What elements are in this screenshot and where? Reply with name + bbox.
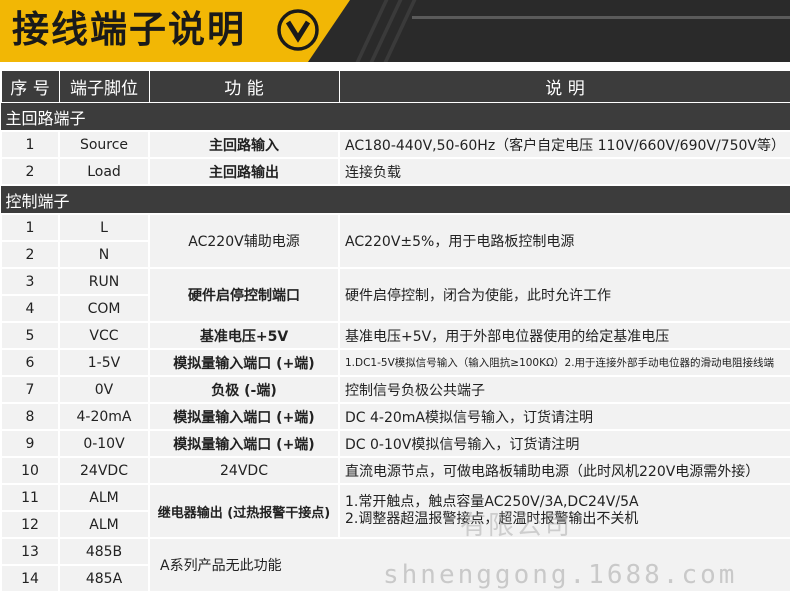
cell-pin: Source: [58, 130, 150, 159]
header-pin: 端子脚位: [58, 70, 150, 103]
cell-pin: ALM: [58, 483, 150, 512]
header-banner: 接线端子说明: [0, 0, 790, 62]
cell-description: 硬件启停控制，闭合为使能，此时允许工作: [338, 267, 790, 323]
cell-pin: ALM: [58, 510, 150, 539]
table-row: 11 ALM 继电器输出 (过热报警干接点) 1.常开触点，触点容量AC250V…: [0, 483, 790, 539]
cell-description: 1.DC1-5V模拟信号输入（输入阻抗≥100KΩ）2.用于连接外部手动电位器的…: [338, 348, 790, 377]
table-header-row: 序 号 端子脚位 功 能 说 明: [0, 70, 790, 103]
cell-no: 1: [0, 213, 60, 242]
terminal-table: 序 号 端子脚位 功 能 说 明 主回路端子 1 Source 主回路输入 AC…: [0, 70, 790, 593]
cell-no: 6: [0, 348, 60, 377]
cell-pin: 24VDC: [58, 456, 150, 485]
cell-no: 5: [0, 321, 60, 350]
cell-pin: VCC: [58, 321, 150, 350]
cell-no: 4: [0, 294, 60, 323]
cell-function: 模拟量输入端口 (+端): [148, 348, 340, 377]
cell-no: 12: [0, 510, 60, 539]
cell-no: 8: [0, 402, 60, 431]
cell-no: 2: [0, 157, 60, 186]
cell-description: 控制信号负极公共端子: [338, 375, 790, 404]
cell-no: 9: [0, 429, 60, 458]
cell-pin: 1-5V: [58, 348, 150, 377]
banner-stripe: [383, 0, 417, 62]
cell-no: 11: [0, 483, 60, 512]
header-no: 序 号: [0, 70, 60, 103]
cell-pin: 4-20mA: [58, 402, 150, 431]
cell-description: 连接负载: [338, 157, 790, 186]
cell-pin: RUN: [58, 267, 150, 296]
cell-description: AC180-440V,50-60Hz（客户自定电压 110V/660V/690V…: [338, 130, 790, 159]
cell-pin: 485B: [58, 537, 150, 566]
banner-line: [412, 16, 790, 19]
cell-pin: L: [58, 213, 150, 242]
table-row: 10 24VDC 24VDC 直流电源节点，可做电路板辅助电源（此时风机220V…: [0, 456, 790, 485]
cell-function: 24VDC: [148, 456, 340, 485]
header-function: 功 能: [148, 70, 340, 103]
cell-function: 主回路输出: [148, 157, 340, 186]
cell-description: 直流电源节点，可做电路板辅助电源（此时风机220V电源需外接）: [338, 456, 790, 485]
table-row: 6 1-5V 模拟量输入端口 (+端) 1.DC1-5V模拟信号输入（输入阻抗≥…: [0, 348, 790, 377]
cell-pin: 485A: [58, 564, 150, 593]
section-title: 主回路端子: [0, 102, 790, 132]
cell-no: 3: [0, 267, 60, 296]
cell-description: DC 0-10V模拟信号输入，订货请注明: [338, 429, 790, 458]
header-description: 说 明: [338, 70, 790, 103]
cell-description: AC220V±5%，用于电路板控制电源: [338, 213, 790, 269]
table-row: 8 4-20mA 模拟量输入端口 (+端) DC 4-20mA模拟信号输入，订货…: [0, 402, 790, 431]
cell-function: 模拟量输入端口 (+端): [148, 402, 340, 431]
cell-function: 主回路输入: [148, 130, 340, 159]
watermark-site: shnenggong.1688.com: [383, 560, 738, 590]
section-row: 主回路端子: [0, 102, 790, 132]
cell-no: 13: [0, 537, 60, 566]
cell-pin: 0-10V: [58, 429, 150, 458]
cell-no: 14: [0, 564, 60, 593]
table-row: 1 Source 主回路输入 AC180-440V,50-60Hz（客户自定电压…: [0, 130, 790, 159]
cell-function: 硬件启停控制端口: [148, 267, 340, 323]
table-row: 1 L AC220V辅助电源 AC220V±5%，用于电路板控制电源: [0, 213, 790, 269]
cell-function: 继电器输出 (过热报警干接点): [148, 483, 340, 539]
cell-function: 模拟量输入端口 (+端): [148, 429, 340, 458]
cell-function: AC220V辅助电源: [148, 213, 340, 269]
table-row: 9 0-10V 模拟量输入端口 (+端) DC 0-10V模拟信号输入，订货请注…: [0, 429, 790, 458]
page-title: 接线端子说明: [12, 8, 246, 51]
cell-no: 2: [0, 240, 60, 269]
cell-pin: Load: [58, 157, 150, 186]
cell-no: 10: [0, 456, 60, 485]
cell-no: 1: [0, 130, 60, 159]
cell-function: 负极 (-端): [148, 375, 340, 404]
cell-no: 7: [0, 375, 60, 404]
cell-pin: COM: [58, 294, 150, 323]
table-row: 5 VCC 基准电压+5V 基准电压+5V，用于外部电位器使用的给定基准电压: [0, 321, 790, 350]
cell-pin: 0V: [58, 375, 150, 404]
cell-description: DC 4-20mA模拟信号输入，订货请注明: [338, 402, 790, 431]
cell-pin: N: [58, 240, 150, 269]
cell-description: 基准电压+5V，用于外部电位器使用的给定基准电压: [338, 321, 790, 350]
section-row: 控制端子: [0, 184, 790, 215]
cell-function: 基准电压+5V: [148, 321, 340, 350]
table-row: 2 Load 主回路输出 连接负载: [0, 157, 790, 186]
watermark-company: 有限公司: [460, 511, 573, 541]
table-row: 3 RUN 硬件启停控制端口 硬件启停控制，闭合为使能，此时允许工作: [0, 267, 790, 323]
table-row: 7 0V 负极 (-端) 控制信号负极公共端子: [0, 375, 790, 404]
section-title: 控制端子: [0, 184, 790, 215]
chevron-down-circle-icon: [277, 9, 319, 51]
